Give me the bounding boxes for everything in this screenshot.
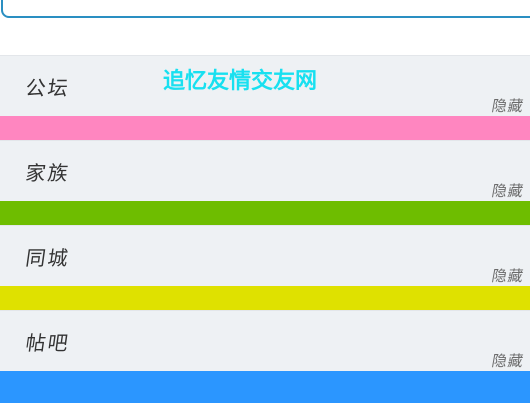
section-city-bar [0, 286, 530, 310]
page: 公坛 隐藏 家族 隐藏 同城 隐藏 帖吧 隐藏 追忆友情交友网 [0, 0, 530, 403]
section-city-hide-button[interactable]: 隐藏 [490, 265, 526, 286]
section-city[interactable]: 同城 隐藏 [0, 225, 530, 286]
section-family-bar [0, 201, 530, 225]
site-title[interactable]: 追忆友情交友网 [163, 63, 317, 95]
section-family-hide-button[interactable]: 隐藏 [490, 180, 526, 201]
section-tieba-label: 帖吧 [24, 331, 72, 355]
section-tieba-bar [0, 371, 530, 403]
section-city-label: 同城 [24, 246, 72, 270]
section-family-label: 家族 [24, 161, 72, 185]
section-forum-hide-button[interactable]: 隐藏 [490, 95, 526, 116]
section-tieba[interactable]: 帖吧 隐藏 [0, 310, 530, 371]
section-forum-label: 公坛 [24, 76, 72, 100]
search-box[interactable] [1, 0, 530, 18]
section-forum-bar [0, 116, 530, 140]
section-tieba-hide-button[interactable]: 隐藏 [490, 350, 526, 371]
section-family[interactable]: 家族 隐藏 [0, 140, 530, 201]
